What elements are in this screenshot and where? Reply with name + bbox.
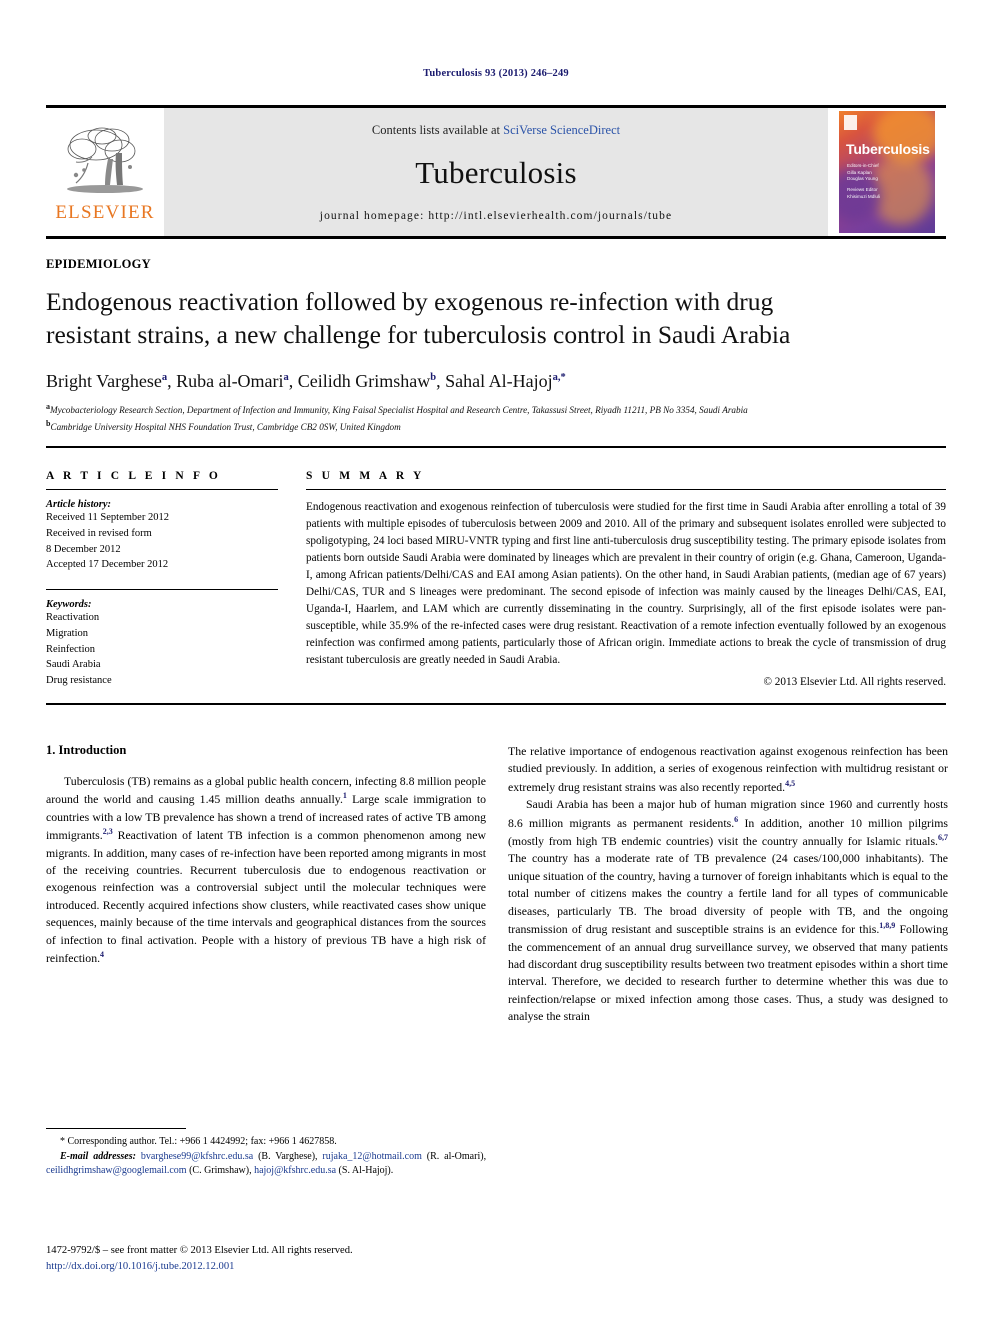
subject-section-label: EPIDEMIOLOGY [46,257,151,271]
author-name: Ceilidh Grimshaw [297,371,431,392]
introduction-heading: 1. Introduction [46,742,127,757]
email-addresses-note: E-mail addresses: bvarghese99@kfshrc.edu… [46,1150,487,1177]
imprint-block: 1472-9792/$ – see front matter © 2013 El… [46,1243,506,1275]
cover-sub-3: Douglas Young [847,176,878,182]
page-title: Endogenous reactivation followed by exog… [46,287,791,350]
article-history-line: Accepted 17 December 2012 [46,559,169,571]
author-name: Bright Varghese [46,371,162,392]
abstract-text: Endogenous reactivation and exogenous re… [306,501,946,667]
affiliation-item: aMycobacteriology Research Section, Depa… [46,401,946,417]
article-page: Tuberculosis 93 (2013) 246–249 ELSEVIER … [0,0,992,1323]
citation-ref[interactable]: 6,7 [938,833,948,842]
summary-heading: S U M M A R Y [306,470,425,483]
affiliation-list: aMycobacteriology Research Section, Depa… [46,401,946,434]
keywords-rule [46,589,278,591]
cover-sub-5: Khisimuzi Mdluli [847,193,880,199]
body-text: The relative importance of endogenous re… [508,743,948,794]
abstract-copyright: © 2013 Elsevier Ltd. All rights reserved… [763,676,947,689]
body-paragraph: Tuberculosis (TB) remains as a global pu… [46,773,486,968]
affiliation-text: Cambridge University Hospital NHS Founda… [50,421,401,432]
cover-editors-text: Editors-in-Chief Gilla Kaplan Douglas Yo… [847,163,880,200]
corresponding-author-note: * Corresponding author. Tel.: +966 1 442… [60,1136,337,1147]
elsevier-logo: ELSEVIER [46,108,164,236]
sciencedirect-link[interactable]: SciVerse ScienceDirect [503,123,620,137]
affiliation-text: Mycobacteriology Research Section, Depar… [50,405,748,416]
summary-rule [306,489,946,491]
article-history-line: 8 December 2012 [46,543,121,555]
keyword-item: Migration [46,627,88,639]
email-label: E-mail addresses: [60,1150,136,1162]
article-info-heading: A R T I C L E I N F O [46,470,221,483]
keyword-item: Drug resistance [46,675,112,687]
article-history-line: Received 11 September 2012 [46,512,169,524]
citation-ref[interactable]: 6 [734,815,738,824]
email-owner: (S. Al-Hajoj) [338,1165,391,1177]
elsevier-wordmark: ELSEVIER [55,201,155,223]
cover-sub-1: Editors-in-Chief [847,163,879,168]
cover-elsevier-mark-icon [844,115,857,130]
author-entry: Ceilidh Grimshawb [298,371,436,391]
info-and-summary: A R T I C L E I N F O Article history: R… [46,470,946,689]
keyword-item: Saudi Arabia [46,659,101,671]
author-affiliation-mark: a [283,372,289,384]
keyword-item: Reactivation [46,612,100,624]
journal-masthead: ELSEVIER Contents lists available at Sci… [46,105,946,239]
contents-prefix: Contents lists available at [371,123,504,137]
citation-ref[interactable]: 4,5 [785,779,795,788]
article-history-label: Article history: [46,499,112,511]
summary-column: S U M M A R Y Endogenous reactivation an… [306,470,946,689]
footnote-divider [46,1128,186,1129]
cover-image: Tuberculosis Editors-in-Chief Gilla Kapl… [839,111,935,233]
cover-title-text: Tuberculosis [846,141,930,157]
masthead-center: Contents lists available at SciVerse Sci… [164,108,828,236]
doi-link[interactable]: http://dx.doi.org/10.1016/j.tube.2012.12… [46,1259,506,1275]
keywords-label: Keywords: [46,599,92,611]
cover-sub-4: Reviews Editor [847,186,878,192]
body-columns: 1. Introduction Tuberculosis (TB) remain… [46,743,948,1026]
author-entry: Sahal Al-Hajoja,* [445,371,566,391]
imprint-line: 1472-9792/$ – see front matter © 2013 El… [46,1245,353,1256]
journal-cover-thumbnail: Tuberculosis Editors-in-Chief Gilla Kapl… [828,108,946,236]
article-info-column: A R T I C L E I N F O Article history: R… [46,470,306,689]
email-owner: (R. al-Omari) [426,1150,484,1162]
body-text: Following the commencement of an annual … [508,922,948,1024]
running-head: Tuberculosis 93 (2013) 246–249 [423,68,569,79]
author-list: Bright Varghesea, Ruba al-Omaria, Ceilid… [46,371,566,392]
journal-title: Tuberculosis [415,155,577,190]
body-column-left: 1. Introduction Tuberculosis (TB) remain… [46,743,486,1026]
citation-ref[interactable]: 2,3 [103,827,113,836]
affiliation-item: bCambridge University Hospital NHS Found… [46,418,946,434]
email-link[interactable]: rujaka_12@hotmail.com [322,1151,421,1162]
journal-homepage-link[interactable]: journal homepage: http://intl.elsevierhe… [320,210,672,222]
article-info-rule [46,489,278,491]
email-owner: (B. Varghese) [258,1150,316,1162]
email-owner: (C. Grimshaw) [189,1165,250,1177]
elsevier-tree-icon [67,127,143,193]
author-name: Sahal Al-Hajoj [445,371,553,392]
author-affiliation-mark: a,* [552,372,566,384]
email-link[interactable]: bvarghese99@kfshrc.edu.sa [141,1151,253,1162]
footnote-area: * Corresponding author. Tel.: +966 1 442… [46,1128,486,1179]
author-entry: Bright Varghesea [46,371,167,391]
email-link[interactable]: ceilidhgrimshaw@googlemail.com [46,1165,187,1176]
email-link[interactable]: hajoj@kfshrc.edu.sa [254,1165,336,1176]
divider-below-abstract [46,702,946,705]
divider-above-abstract [46,446,946,449]
article-history-line: Received in revised form [46,527,152,539]
body-paragraph: The relative importance of endogenous re… [508,743,948,796]
author-entry: Ruba al-Omaria [176,371,289,391]
citation-ref[interactable]: 1 [343,791,347,800]
citation-ref[interactable]: 1,8,9 [879,921,895,930]
cover-sub-2: Gilla Kaplan [847,169,872,175]
author-affiliation-mark: a [161,372,168,384]
keyword-item: Reinfection [46,643,95,655]
citation-ref[interactable]: 4 [100,950,104,959]
body-column-right: The relative importance of endogenous re… [508,743,948,1026]
author-name: Ruba al-Omari [176,371,284,392]
body-text: Reactivation of latent TB infection is a… [46,828,486,966]
body-paragraph: Saudi Arabia has been a major hub of hum… [508,796,948,1026]
author-affiliation-mark: b [430,372,437,384]
contents-available-line: Contents lists available at SciVerse Sci… [372,123,620,138]
